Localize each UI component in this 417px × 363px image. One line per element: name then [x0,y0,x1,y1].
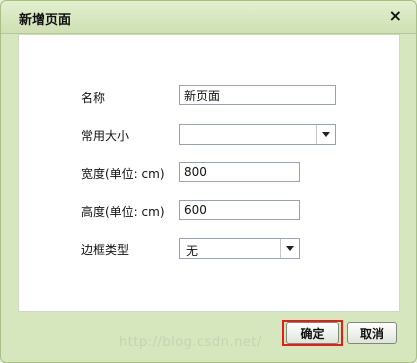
close-icon[interactable]: × [389,7,402,25]
border-type-value: 无 [186,244,199,258]
ok-button[interactable]: 确定 [286,322,339,344]
size-select[interactable] [179,124,336,145]
name-input[interactable] [179,85,336,105]
width-input[interactable] [179,162,300,182]
cancel-button[interactable]: 取消 [347,322,397,344]
width-label: 宽度(单位: cm) [81,167,165,181]
dialog-titlebar[interactable]: 新增页面 × [1,1,416,34]
name-label: 名称 [81,91,106,105]
new-page-dialog: 新增页面 × 名称 常用大小 宽度(单位: cm) 高度(单位: cm) 边框类… [0,0,417,363]
dialog-form: 名称 常用大小 宽度(单位: cm) 高度(单位: cm) 边框类型 无 [18,34,400,312]
height-input[interactable] [179,200,300,220]
watermark: http://blog.csdn.net/ [119,335,262,350]
border-type-label: 边框类型 [81,243,130,257]
size-label: 常用大小 [81,129,130,143]
chevron-down-icon[interactable] [316,125,335,144]
border-type-select[interactable]: 无 [179,238,300,259]
chevron-down-icon[interactable] [280,239,299,258]
height-label: 高度(单位: cm) [81,205,165,219]
dialog-title: 新增页面 [19,13,72,28]
